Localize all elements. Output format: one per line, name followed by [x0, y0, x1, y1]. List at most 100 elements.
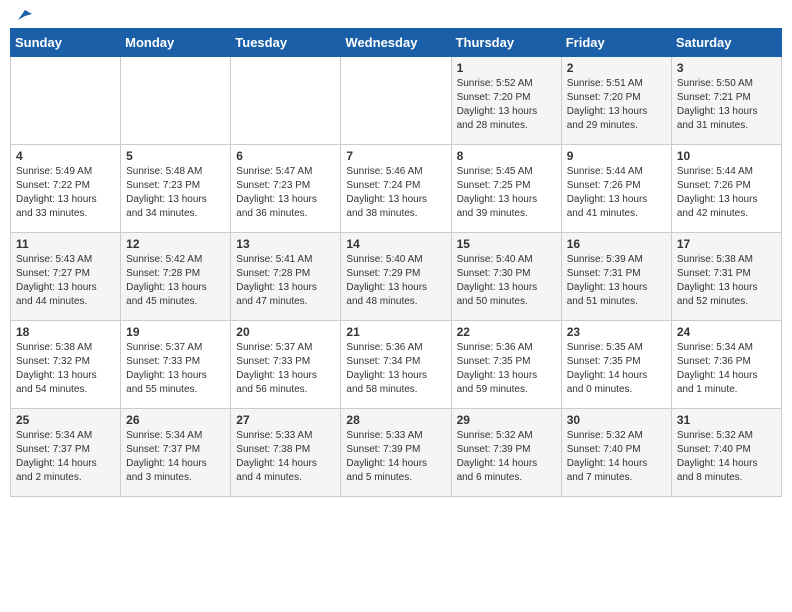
- day-number: 1: [457, 61, 556, 75]
- day-info: Sunrise: 5:34 AMSunset: 7:37 PMDaylight:…: [126, 429, 225, 485]
- calendar-cell: 18 Sunrise: 5:38 AMSunset: 7:32 PMDayligh…: [11, 321, 121, 409]
- calendar-cell: 7 Sunrise: 5:46 AMSunset: 7:24 PMDaylight…: [341, 145, 451, 233]
- day-info: Sunrise: 5:44 AMSunset: 7:26 PMDaylight:…: [677, 165, 776, 221]
- calendar-cell: 29 Sunrise: 5:32 AMSunset: 7:39 PMDayligh…: [451, 409, 561, 497]
- logo: [14, 10, 34, 20]
- calendar-cell: 17 Sunrise: 5:38 AMSunset: 7:31 PMDayligh…: [671, 233, 781, 321]
- calendar-cell: 21 Sunrise: 5:36 AMSunset: 7:34 PMDayligh…: [341, 321, 451, 409]
- calendar-cell: 20Sunrise: 5:37 AMSunset: 7:33 PMDayligh…: [231, 321, 341, 409]
- col-header-wednesday: Wednesday: [341, 29, 451, 57]
- page-header: [10, 10, 782, 20]
- calendar-week-row: 4 Sunrise: 5:49 AMSunset: 7:22 PMDaylight…: [11, 145, 782, 233]
- day-info: Sunrise: 5:34 AMSunset: 7:37 PMDaylight:…: [16, 429, 115, 485]
- day-number: 30: [567, 413, 666, 427]
- day-info: Sunrise: 5:32 AMSunset: 7:39 PMDaylight:…: [457, 429, 556, 485]
- day-number: 8: [457, 149, 556, 163]
- calendar-cell: 23 Sunrise: 5:35 AMSunset: 7:35 PMDayligh…: [561, 321, 671, 409]
- day-number: 25: [16, 413, 115, 427]
- day-number: 21: [346, 325, 445, 339]
- day-info: Sunrise: 5:50 AMSunset: 7:21 PMDaylight:…: [677, 77, 776, 133]
- calendar-cell: 9 Sunrise: 5:44 AMSunset: 7:26 PMDaylight…: [561, 145, 671, 233]
- calendar-cell: 11 Sunrise: 5:43 AMSunset: 7:27 PMDayligh…: [11, 233, 121, 321]
- calendar-cell: 28 Sunrise: 5:33 AMSunset: 7:39 PMDayligh…: [341, 409, 451, 497]
- day-info: Sunrise: 5:32 AMSunset: 7:40 PMDaylight:…: [567, 429, 666, 485]
- day-info: Sunrise: 5:42 AMSunset: 7:28 PMDaylight:…: [126, 253, 225, 309]
- logo-bird-icon: [16, 6, 34, 24]
- day-number: 5: [126, 149, 225, 163]
- calendar-cell: 5 Sunrise: 5:48 AMSunset: 7:23 PMDaylight…: [121, 145, 231, 233]
- calendar-week-row: 11 Sunrise: 5:43 AMSunset: 7:27 PMDayligh…: [11, 233, 782, 321]
- day-info: Sunrise: 5:44 AMSunset: 7:26 PMDaylight:…: [567, 165, 666, 221]
- calendar-week-row: 18 Sunrise: 5:38 AMSunset: 7:32 PMDayligh…: [11, 321, 782, 409]
- calendar-cell: 19Sunrise: 5:37 AMSunset: 7:33 PMDayligh…: [121, 321, 231, 409]
- day-number: 18: [16, 325, 115, 339]
- day-info: Sunrise: 5:47 AMSunset: 7:23 PMDaylight:…: [236, 165, 335, 221]
- col-header-saturday: Saturday: [671, 29, 781, 57]
- col-header-thursday: Thursday: [451, 29, 561, 57]
- calendar-cell: 6 Sunrise: 5:47 AMSunset: 7:23 PMDaylight…: [231, 145, 341, 233]
- calendar-cell: 8 Sunrise: 5:45 AMSunset: 7:25 PMDaylight…: [451, 145, 561, 233]
- day-number: 24: [677, 325, 776, 339]
- day-number: 11: [16, 237, 115, 251]
- day-info: Sunrise: 5:45 AMSunset: 7:25 PMDaylight:…: [457, 165, 556, 221]
- day-number: 22: [457, 325, 556, 339]
- calendar-cell: 3Sunrise: 5:50 AMSunset: 7:21 PMDaylight…: [671, 57, 781, 145]
- day-number: 31: [677, 413, 776, 427]
- calendar-cell: 25 Sunrise: 5:34 AMSunset: 7:37 PMDayligh…: [11, 409, 121, 497]
- calendar-week-row: 1 Sunrise: 5:52 AMSunset: 7:20 PMDaylight…: [11, 57, 782, 145]
- day-number: 4: [16, 149, 115, 163]
- day-info: Sunrise: 5:49 AMSunset: 7:22 PMDaylight:…: [16, 165, 115, 221]
- calendar-cell: [11, 57, 121, 145]
- day-info: Sunrise: 5:38 AMSunset: 7:32 PMDaylight:…: [16, 341, 115, 397]
- calendar-cell: 31 Sunrise: 5:32 AMSunset: 7:40 PMDayligh…: [671, 409, 781, 497]
- calendar-cell: 16 Sunrise: 5:39 AMSunset: 7:31 PMDayligh…: [561, 233, 671, 321]
- day-number: 2: [567, 61, 666, 75]
- col-header-sunday: Sunday: [11, 29, 121, 57]
- col-header-friday: Friday: [561, 29, 671, 57]
- day-number: 27: [236, 413, 335, 427]
- day-info: Sunrise: 5:39 AMSunset: 7:31 PMDaylight:…: [567, 253, 666, 309]
- day-info: Sunrise: 5:35 AMSunset: 7:35 PMDaylight:…: [567, 341, 666, 397]
- day-info: Sunrise: 5:36 AMSunset: 7:34 PMDaylight:…: [346, 341, 445, 397]
- day-info: Sunrise: 5:40 AMSunset: 7:30 PMDaylight:…: [457, 253, 556, 309]
- day-info: Sunrise: 5:37 AMSunset: 7:33 PMDaylight:…: [126, 341, 225, 397]
- calendar-cell: [231, 57, 341, 145]
- day-number: 26: [126, 413, 225, 427]
- day-info: Sunrise: 5:41 AMSunset: 7:28 PMDaylight:…: [236, 253, 335, 309]
- day-number: 14: [346, 237, 445, 251]
- day-info: Sunrise: 5:43 AMSunset: 7:27 PMDaylight:…: [16, 253, 115, 309]
- calendar-cell: 10 Sunrise: 5:44 AMSunset: 7:26 PMDayligh…: [671, 145, 781, 233]
- day-number: 7: [346, 149, 445, 163]
- day-info: Sunrise: 5:34 AMSunset: 7:36 PMDaylight:…: [677, 341, 776, 397]
- day-info: Sunrise: 5:52 AMSunset: 7:20 PMDaylight:…: [457, 77, 556, 133]
- calendar-cell: 24 Sunrise: 5:34 AMSunset: 7:36 PMDayligh…: [671, 321, 781, 409]
- calendar-cell: 27 Sunrise: 5:33 AMSunset: 7:38 PMDayligh…: [231, 409, 341, 497]
- day-number: 17: [677, 237, 776, 251]
- day-number: 13: [236, 237, 335, 251]
- calendar-cell: 2Sunrise: 5:51 AMSunset: 7:20 PMDaylight…: [561, 57, 671, 145]
- col-header-tuesday: Tuesday: [231, 29, 341, 57]
- day-info: Sunrise: 5:33 AMSunset: 7:38 PMDaylight:…: [236, 429, 335, 485]
- calendar-table: SundayMondayTuesdayWednesdayThursdayFrid…: [10, 28, 782, 497]
- day-number: 15: [457, 237, 556, 251]
- calendar-cell: 12Sunrise: 5:42 AMSunset: 7:28 PMDayligh…: [121, 233, 231, 321]
- day-number: 28: [346, 413, 445, 427]
- day-number: 16: [567, 237, 666, 251]
- calendar-cell: 26 Sunrise: 5:34 AMSunset: 7:37 PMDayligh…: [121, 409, 231, 497]
- day-info: Sunrise: 5:46 AMSunset: 7:24 PMDaylight:…: [346, 165, 445, 221]
- day-info: Sunrise: 5:33 AMSunset: 7:39 PMDaylight:…: [346, 429, 445, 485]
- day-info: Sunrise: 5:32 AMSunset: 7:40 PMDaylight:…: [677, 429, 776, 485]
- calendar-cell: 15 Sunrise: 5:40 AMSunset: 7:30 PMDayligh…: [451, 233, 561, 321]
- calendar-cell: 1 Sunrise: 5:52 AMSunset: 7:20 PMDaylight…: [451, 57, 561, 145]
- day-number: 6: [236, 149, 335, 163]
- day-number: 10: [677, 149, 776, 163]
- day-number: 9: [567, 149, 666, 163]
- day-info: Sunrise: 5:38 AMSunset: 7:31 PMDaylight:…: [677, 253, 776, 309]
- day-number: 29: [457, 413, 556, 427]
- day-number: 23: [567, 325, 666, 339]
- calendar-cell: 4 Sunrise: 5:49 AMSunset: 7:22 PMDaylight…: [11, 145, 121, 233]
- day-info: Sunrise: 5:36 AMSunset: 7:35 PMDaylight:…: [457, 341, 556, 397]
- day-info: Sunrise: 5:48 AMSunset: 7:23 PMDaylight:…: [126, 165, 225, 221]
- day-info: Sunrise: 5:37 AMSunset: 7:33 PMDaylight:…: [236, 341, 335, 397]
- calendar-header-row: SundayMondayTuesdayWednesdayThursdayFrid…: [11, 29, 782, 57]
